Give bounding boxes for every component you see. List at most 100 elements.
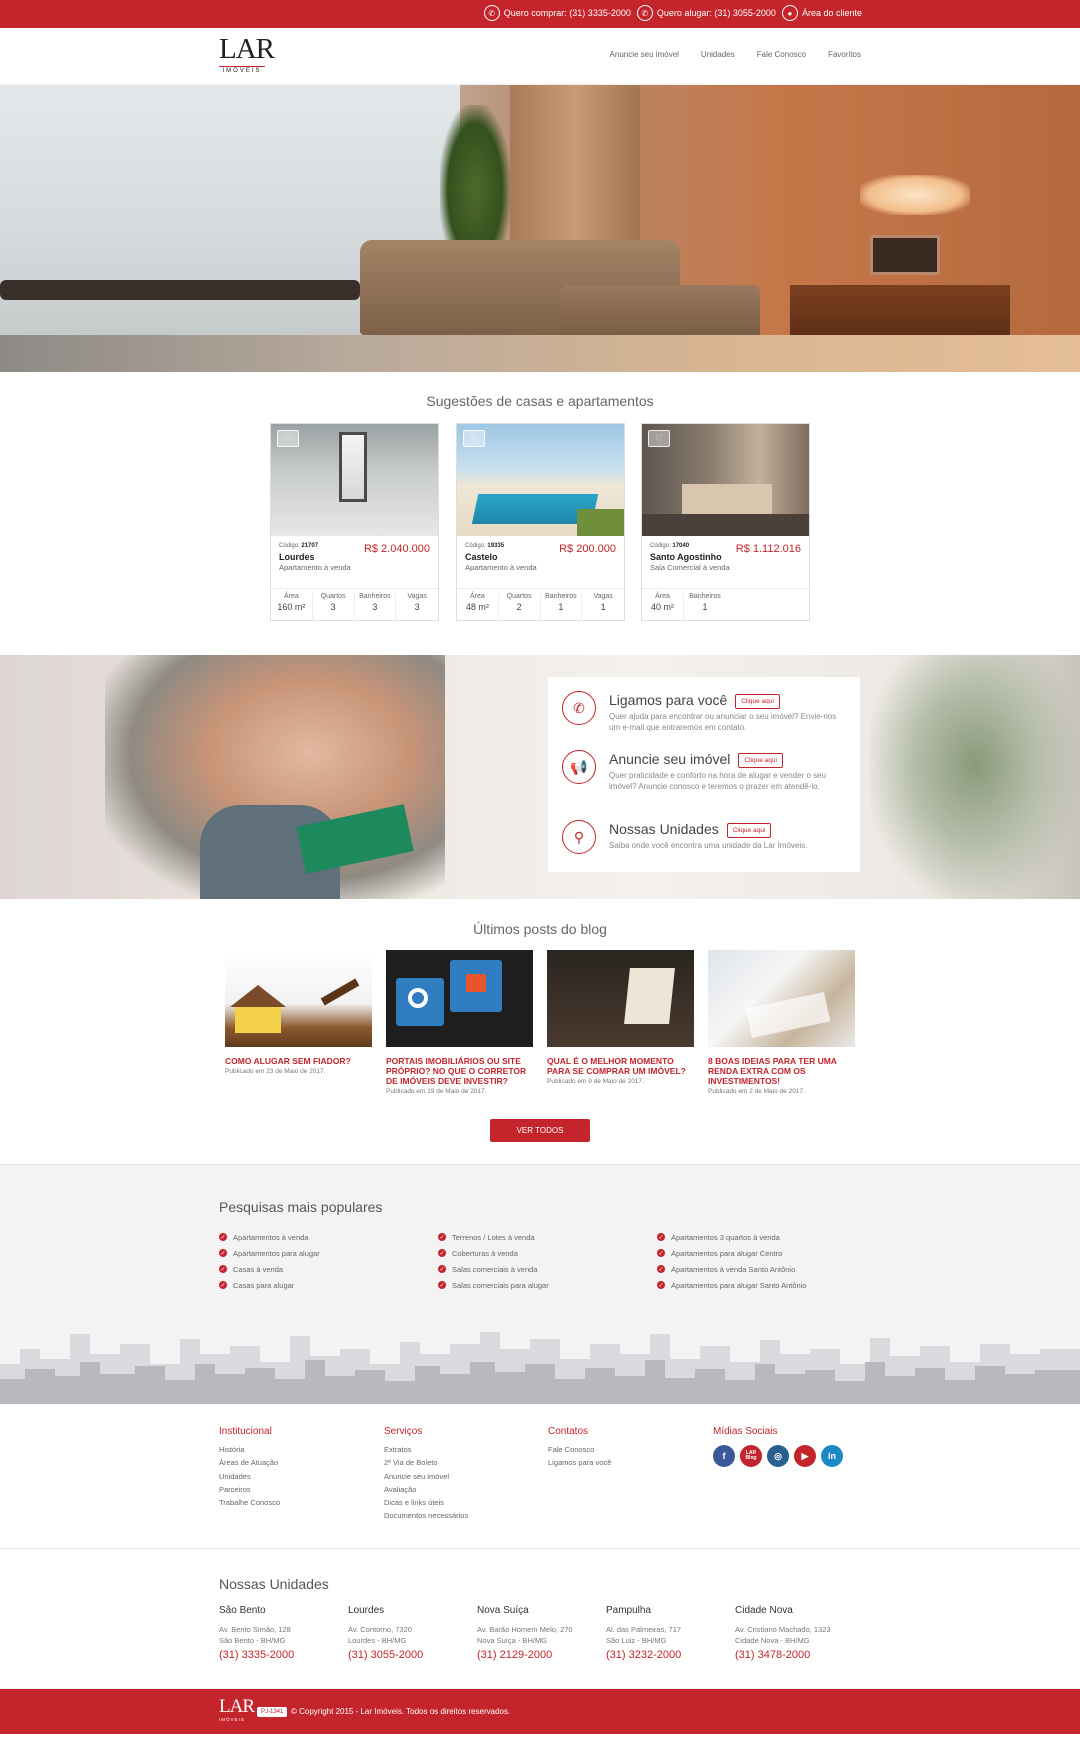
footer-link[interactable]: Áreas de Atuação xyxy=(219,1458,379,1471)
footer-link[interactable]: Unidades xyxy=(219,1472,379,1485)
buy-phone-link[interactable]: ✆ Quero comprar: (31) 3335-2000 xyxy=(483,5,631,21)
unit-address: Al. das Palmeiras, 717 xyxy=(606,1625,682,1634)
check-icon: ✓ xyxy=(657,1249,665,1257)
check-icon: ✓ xyxy=(438,1249,446,1257)
city-skyline-graphic xyxy=(0,1332,1080,1404)
property-card[interactable]: ♡ Código: 19335 R$ 200.000 Castelo Apart… xyxy=(456,423,625,621)
footer-heading: Serviços xyxy=(384,1426,423,1437)
popular-link[interactable]: ✓ Salas comerciais para alugar xyxy=(438,1277,638,1293)
popular-link[interactable]: ✓ Apartamentos para alugar Santo Antônio xyxy=(657,1277,857,1293)
property-card[interactable]: ♡ Código: 17040 R$ 1.112.016 Santo Agost… xyxy=(641,423,810,621)
footer-link[interactable]: Fale Conosco xyxy=(548,1445,708,1458)
unit-phone[interactable]: (31) 3055-2000 xyxy=(348,1649,473,1661)
footer-link[interactable]: História xyxy=(219,1445,379,1458)
blog-post-title[interactable]: QUAL É O MELHOR MOMENTO PARA SE COMPRAR … xyxy=(547,1056,694,1076)
popular-link[interactable]: ✓ Apartamentos para alugar xyxy=(219,1245,419,1261)
popular-link[interactable]: ✓ Terrenos / Lotes à venda xyxy=(438,1229,638,1245)
advertise-button[interactable]: Clique aqui xyxy=(738,752,783,768)
footer-link[interactable]: Avaliação xyxy=(384,1485,544,1498)
unit-name: São Bento xyxy=(219,1605,266,1616)
property-card[interactable]: ♡ Código: 21707 R$ 2.040.000 Lourdes Apa… xyxy=(270,423,439,621)
property-price: R$ 2.040.000 xyxy=(363,543,430,555)
popular-link[interactable]: ✓ Coberturas à venda xyxy=(438,1245,638,1261)
footer-logo[interactable]: LAR IMÓVEIS xyxy=(219,1697,255,1723)
youtube-icon[interactable]: ▶ xyxy=(794,1445,816,1467)
popular-link[interactable]: ✓ Apartamentos à venda Santo Antônio xyxy=(657,1261,857,1277)
megaphone-icon: 📢 xyxy=(562,750,596,784)
property-price: R$ 200.000 xyxy=(559,543,616,555)
unit-name: Nova Suíça xyxy=(477,1605,529,1616)
footer-link[interactable]: Trabalhe Conosco xyxy=(219,1498,379,1511)
unit-item: Pampulha Al. das Palmeiras, 717 São Luiz… xyxy=(606,1605,731,1661)
unit-phone[interactable]: (31) 3478-2000 xyxy=(735,1649,860,1661)
nav-anuncie[interactable]: Anuncie seu imóvel xyxy=(610,50,679,59)
site-footer: Institucional História Áreas de Atuação … xyxy=(0,1404,1080,1549)
footer-link[interactable]: Anuncie seu imóvel xyxy=(384,1472,544,1485)
unit-phone[interactable]: (31) 2129-2000 xyxy=(477,1649,602,1661)
linkedin-icon[interactable]: in xyxy=(821,1445,843,1467)
unit-address: São Bento - BH/MG xyxy=(219,1636,286,1645)
unit-phone[interactable]: (31) 3232-2000 xyxy=(606,1649,731,1661)
property-stats: Área 160 m² Quartos 3 Banheiros 3 Vagas 3 xyxy=(271,588,438,621)
view-all-button[interactable]: VER TODOS xyxy=(490,1119,590,1142)
check-icon: ✓ xyxy=(219,1249,227,1257)
unit-address: Cidade Nova - BH/MG xyxy=(735,1636,810,1645)
unit-address: Av. Barão Homem Melo, 270 xyxy=(477,1625,573,1634)
popular-link[interactable]: ✓ Salas comerciais à venda xyxy=(438,1261,638,1277)
footer-link[interactable]: Dicas e links úteis xyxy=(384,1498,544,1511)
instagram-icon[interactable]: ◎ xyxy=(767,1445,789,1467)
client-area-link[interactable]: ● Área do cliente xyxy=(781,5,862,21)
check-icon: ✓ xyxy=(219,1265,227,1273)
popular-searches: Pesquisas mais populares ✓ Apartamentos à… xyxy=(0,1164,1080,1404)
site-logo[interactable]: LAR IMÓVEIS xyxy=(219,34,275,78)
footer-link[interactable]: Ligamos para você xyxy=(548,1458,708,1471)
units-button[interactable]: Clique aqui xyxy=(726,822,772,838)
blog-post-title[interactable]: PORTAIS IMOBILIÁRIOS OU SITE PRÓPRIO? NO… xyxy=(386,1056,533,1086)
check-icon: ✓ xyxy=(657,1265,665,1273)
unit-phone[interactable]: (31) 3335-2000 xyxy=(219,1649,344,1661)
promo-banner-image xyxy=(0,655,1080,899)
nav-favoritos[interactable]: Favoritos xyxy=(828,50,861,59)
lar-blog-icon[interactable]: LAR Blog xyxy=(740,1445,762,1467)
contact-options-box: ✆ Ligamos para você Clique aqui Quer ajud… xyxy=(548,677,860,872)
nav-unidades[interactable]: Unidades xyxy=(701,50,735,59)
blog-title: Últimos posts do blog xyxy=(473,921,607,937)
footer-link[interactable]: Parceiros xyxy=(219,1485,379,1498)
site-header: LAR IMÓVEIS Anuncie seu imóvel Unidades … xyxy=(0,28,1080,85)
blog-post[interactable]: COMO ALUGAR SEM FIADOR? Publicado em 23 … xyxy=(225,950,372,1075)
heart-icon[interactable]: ♡ xyxy=(648,430,670,447)
property-type: Sala Comercial à venda xyxy=(650,563,730,572)
phone-icon: ✆ xyxy=(636,5,653,21)
heart-icon[interactable]: ♡ xyxy=(463,430,485,447)
nav-fale-conosco[interactable]: Fale Conosco xyxy=(757,50,806,59)
popular-link[interactable]: ✓ Apartamentos 3 quartos à venda xyxy=(657,1229,857,1245)
check-icon: ✓ xyxy=(219,1233,227,1241)
blog-post[interactable]: 8 BOAS IDEIAS PARA TER UMA RENDA EXTRA C… xyxy=(708,950,855,1095)
popular-link[interactable]: ✓ Casas para alugar xyxy=(219,1277,419,1293)
blog-post-image xyxy=(225,950,372,1047)
buy-phone-label: Quero comprar: (31) 3335-2000 xyxy=(503,8,631,18)
blog-post-date: Publicado em 9 de Maio de 2017. xyxy=(547,1078,644,1085)
popular-link[interactable]: ✓ Apartamentos à venda xyxy=(219,1229,419,1245)
footer-link[interactable]: 2ª Via de Boleto xyxy=(384,1458,544,1471)
heart-icon[interactable]: ♡ xyxy=(277,430,299,447)
unit-address: São Luiz - BH/MG xyxy=(606,1636,667,1645)
hero-banner-image xyxy=(0,85,1080,372)
units-section: Nossas Unidades São Bento Av. Bento Simã… xyxy=(0,1549,1080,1689)
blog-post[interactable]: QUAL É O MELHOR MOMENTO PARA SE COMPRAR … xyxy=(547,950,694,1085)
unit-item: Cidade Nova Av. Cristiano Machado, 1323 … xyxy=(735,1605,860,1661)
rent-phone-link[interactable]: ✆ Quero alugar: (31) 3055-2000 xyxy=(636,5,776,21)
unit-item: São Bento Av. Bento Simão, 128 São Bento… xyxy=(219,1605,344,1661)
blog-post-title[interactable]: COMO ALUGAR SEM FIADOR? xyxy=(225,1056,372,1066)
blog-post-date: Publicado em 19 de Maio de 2017. xyxy=(386,1088,487,1095)
footer-link[interactable]: Extratos xyxy=(384,1445,544,1458)
rent-phone-label: Quero alugar: (31) 3055-2000 xyxy=(656,8,776,18)
popular-link[interactable]: ✓ Apartamentos para alugar Centro xyxy=(657,1245,857,1261)
blog-post-title[interactable]: 8 BOAS IDEIAS PARA TER UMA RENDA EXTRA C… xyxy=(708,1056,855,1086)
popular-link[interactable]: ✓ Casas à venda xyxy=(219,1261,419,1277)
facebook-icon[interactable]: f xyxy=(713,1445,735,1467)
footer-link[interactable]: Documentos necessários xyxy=(384,1511,544,1524)
blog-post[interactable]: PORTAIS IMOBILIÁRIOS OU SITE PRÓPRIO? NO… xyxy=(386,950,533,1095)
call-you-button[interactable]: Clique aqui xyxy=(735,693,780,709)
check-icon: ✓ xyxy=(657,1233,665,1241)
